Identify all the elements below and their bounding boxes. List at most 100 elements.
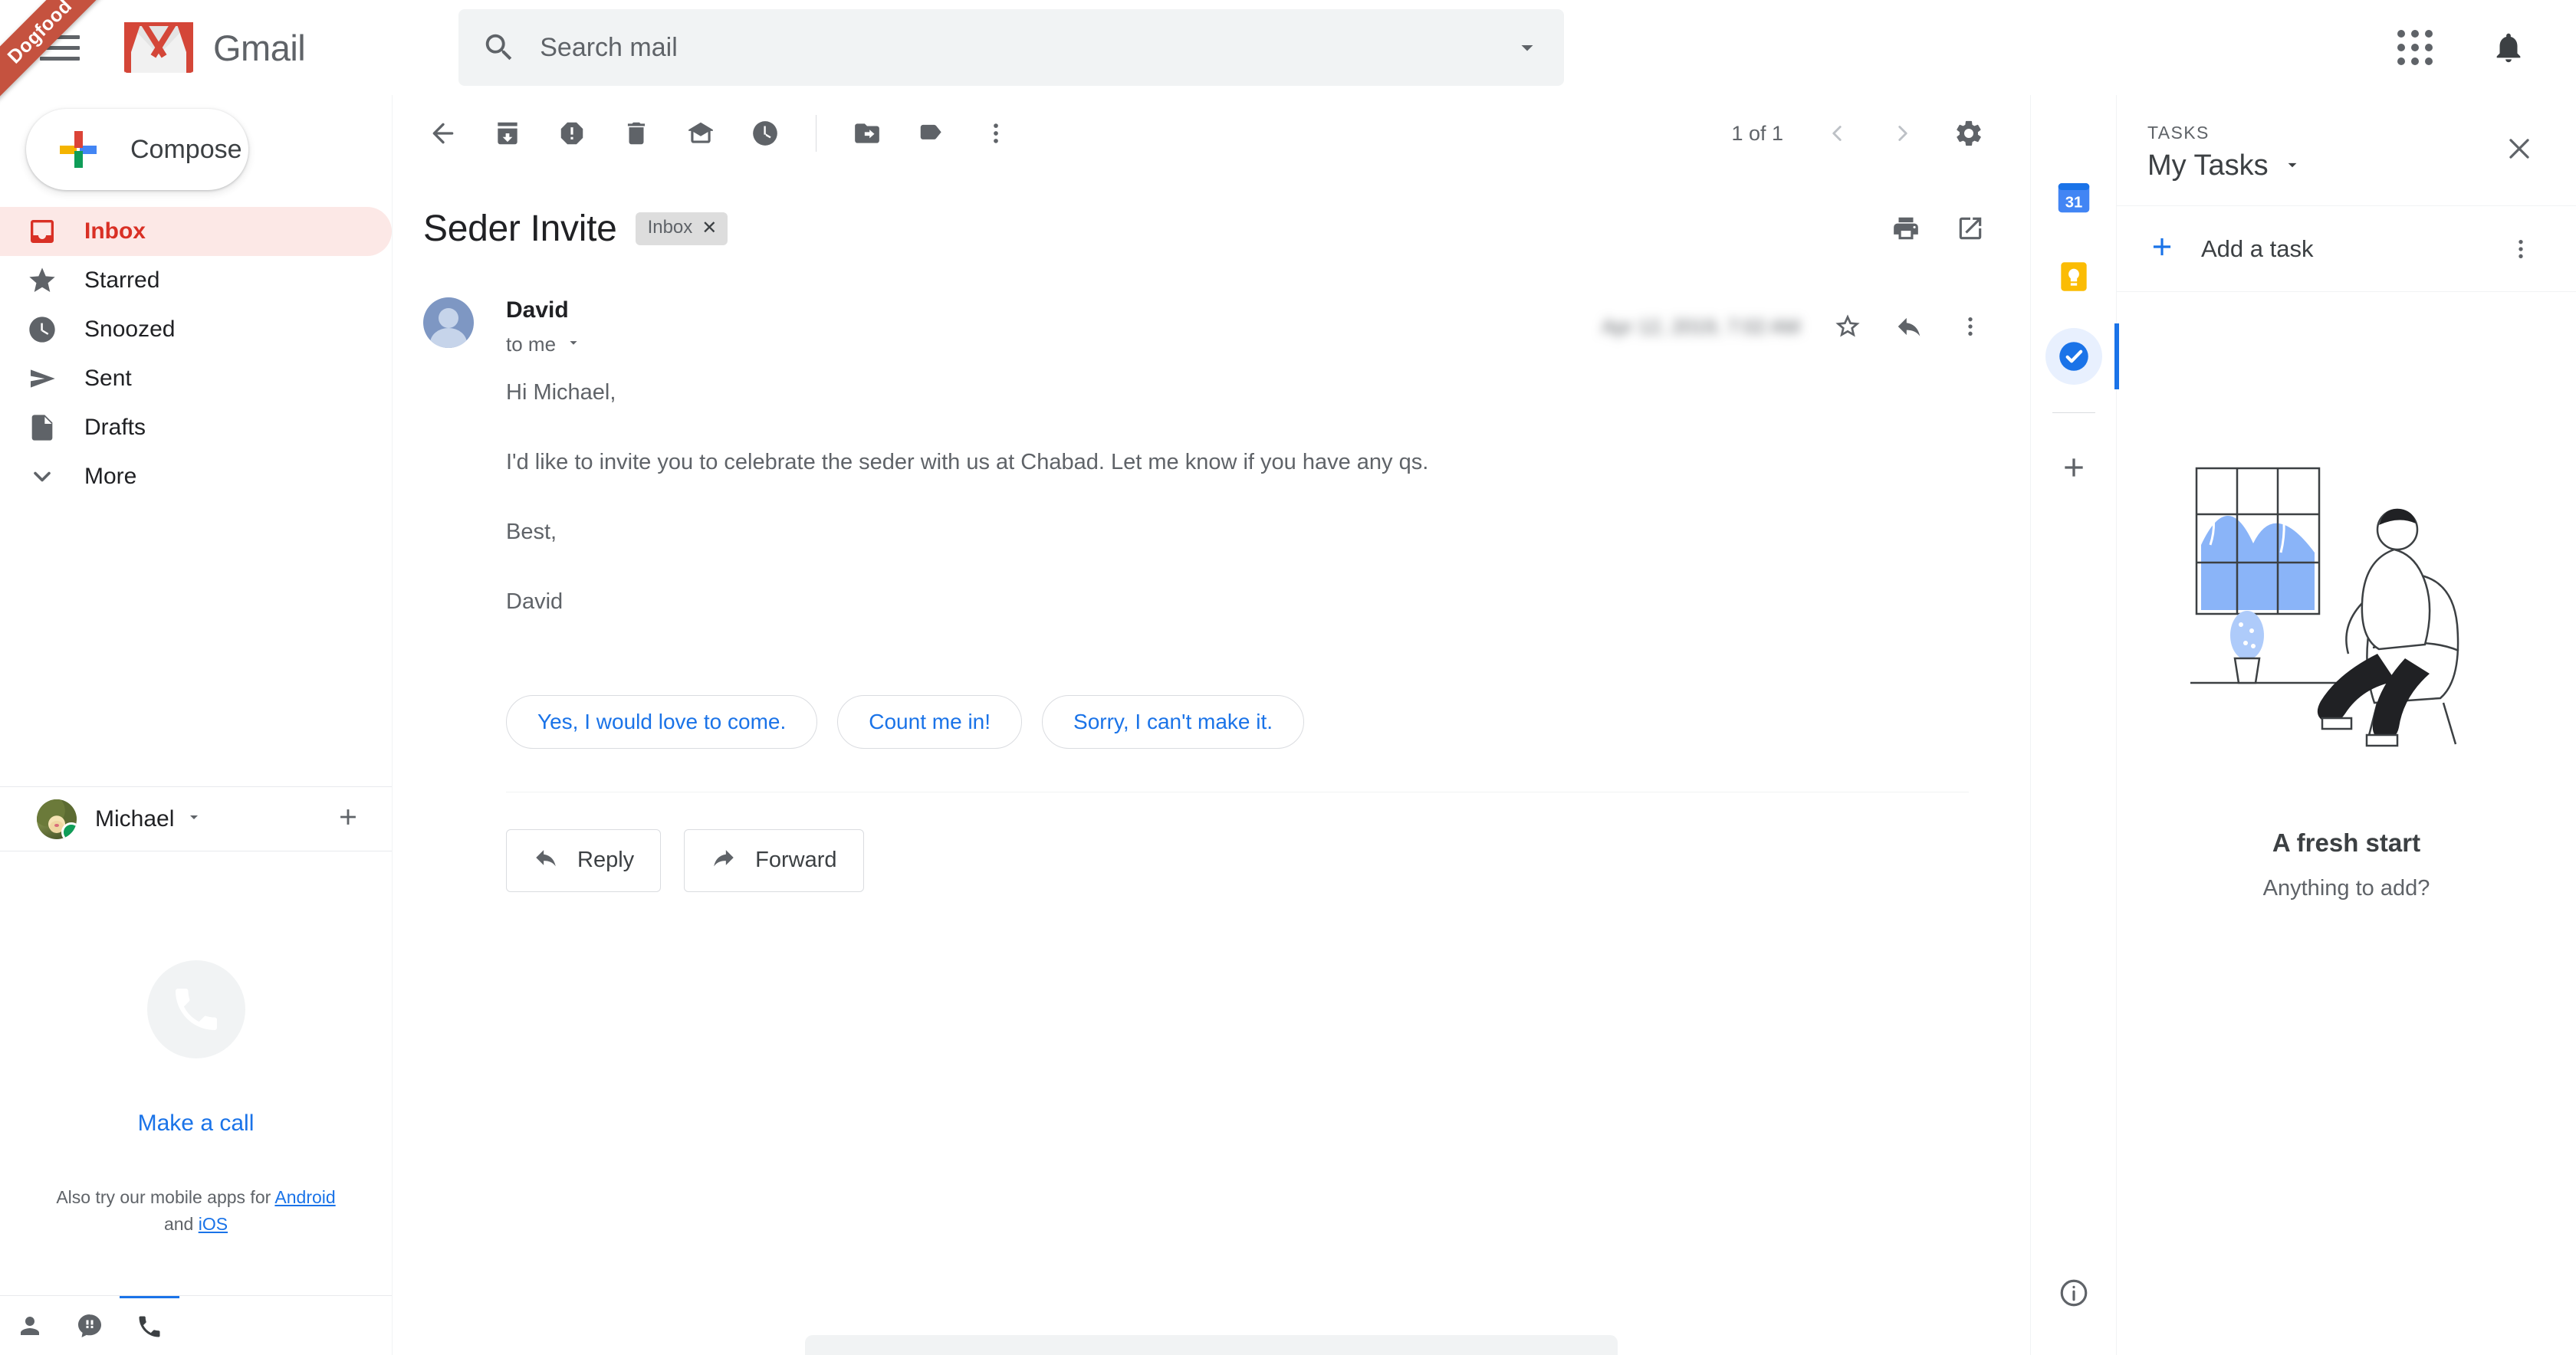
draft-file-icon — [0, 412, 84, 443]
report-spam-icon[interactable] — [540, 101, 604, 166]
subject-actions — [1877, 199, 1999, 258]
close-x-icon[interactable] — [2493, 123, 2545, 175]
reading-pane: 1 of 1 Seder Invite Inbox ✕ — [393, 95, 2030, 1355]
sidebar-item-sent[interactable]: Sent — [0, 354, 392, 403]
page-title: Seder Invite — [423, 208, 617, 250]
left-sidebar: Compose Inbox Starred — [0, 95, 393, 1355]
subject-row: Seder Invite Inbox ✕ — [393, 172, 2030, 258]
chevron-down-icon — [0, 463, 84, 490]
tasks-list-selector[interactable]: My Tasks — [2147, 149, 2302, 182]
add-task-row: Add a task — [2117, 206, 2576, 292]
printer-icon[interactable] — [1877, 199, 1935, 258]
google-keep-icon[interactable] — [2045, 248, 2102, 305]
caret-down-icon[interactable] — [185, 808, 203, 830]
sidebar-item-more[interactable]: More — [0, 452, 392, 501]
message-timestamp: Apr 12, 2019, 7:02 AM — [1602, 315, 1800, 339]
gmail-logo[interactable]: Gmail — [124, 22, 305, 73]
message-content: David to me Apr 12, 2019, 7:02 AM — [474, 297, 1999, 892]
reply-button[interactable]: Reply — [506, 829, 661, 892]
label-chip-text: Inbox — [648, 217, 693, 238]
snooze-clock-icon[interactable] — [733, 101, 797, 166]
divider — [2052, 412, 2095, 413]
back-arrow-icon[interactable] — [411, 101, 475, 166]
sidebar-item-starred[interactable]: Starred — [0, 256, 392, 305]
sidebar-item-inbox[interactable]: Inbox — [0, 207, 392, 256]
svg-text:31: 31 — [2065, 195, 2082, 212]
compose-button[interactable]: Compose — [26, 109, 248, 190]
sidebar-item-label: Starred — [84, 267, 159, 294]
label-chip-inbox[interactable]: Inbox ✕ — [636, 212, 728, 245]
contacts-person-icon[interactable] — [0, 1296, 60, 1355]
recipient-row[interactable]: to me — [506, 333, 582, 356]
caret-down-icon[interactable] — [565, 333, 582, 356]
bell-icon[interactable] — [2472, 11, 2545, 84]
ios-link[interactable]: iOS — [199, 1214, 228, 1234]
message: David to me Apr 12, 2019, 7:02 AM — [393, 258, 2030, 892]
hangouts-tab-bar — [0, 1295, 392, 1355]
clock-icon — [0, 314, 84, 345]
google-apps-grid-icon[interactable] — [2378, 11, 2452, 84]
smart-reply-chip[interactable]: Yes, I would love to come. — [506, 695, 817, 749]
hangouts-account-row[interactable]: Michael — [0, 786, 392, 851]
more-vertical-icon[interactable] — [1941, 297, 1999, 356]
sidebar-item-label: Snoozed — [84, 317, 175, 343]
account-name: Michael — [95, 806, 174, 832]
inbox-icon — [0, 216, 84, 247]
recipient-label: to me — [506, 333, 556, 356]
message-actions: Apr 12, 2019, 7:02 AM — [1602, 297, 1999, 356]
smart-reply-chip[interactable]: Sorry, I can't make it. — [1042, 695, 1304, 749]
more-vertical-icon[interactable] — [964, 101, 1028, 166]
android-link[interactable]: Android — [274, 1187, 335, 1207]
hangouts-panel: Make a call Also try our mobile apps for… — [0, 851, 392, 1295]
make-a-call-link[interactable]: Make a call — [138, 1111, 255, 1137]
add-task-button[interactable]: Add a task — [2147, 232, 2313, 265]
star-icon — [0, 265, 84, 296]
gear-icon[interactable] — [1938, 103, 1999, 164]
google-plus-icon — [60, 131, 97, 168]
sender-name: David — [506, 297, 582, 323]
top-bar-actions — [2378, 11, 2576, 84]
mobile-apps-note: Also try our mobile apps for Android and… — [56, 1184, 335, 1237]
star-outline-icon[interactable] — [1819, 297, 1877, 356]
smart-reply-chip[interactable]: Count me in! — [837, 695, 1022, 749]
new-conversation-plus-icon[interactable] — [335, 804, 361, 834]
tasks-panel-header: TASKS My Tasks — [2117, 95, 2576, 206]
sidebar-item-label: Sent — [84, 366, 132, 392]
compose-minimized-stub[interactable] — [805, 1335, 1618, 1355]
tasks-empty-state: A fresh start Anything to add? — [2117, 292, 2576, 1355]
search-input[interactable] — [540, 33, 1490, 63]
more-vertical-icon[interactable] — [2496, 225, 2545, 274]
smart-reply-row: Yes, I would love to come. Count me in! … — [506, 695, 1999, 749]
email-body: Hi Michael, I'd like to invite you to ce… — [506, 376, 1999, 618]
compose-button-label: Compose — [130, 135, 242, 165]
addon-side-rail: 31 — [2030, 95, 2116, 1355]
search-bar[interactable] — [458, 9, 1564, 86]
phone-handset-icon[interactable] — [120, 1296, 179, 1355]
forward-button[interactable]: Forward — [684, 829, 863, 892]
tasks-kicker: TASKS — [2147, 123, 2302, 143]
body-signoff: Best, — [506, 516, 1999, 549]
close-x-icon[interactable]: ✕ — [702, 217, 717, 239]
archive-icon[interactable] — [475, 101, 540, 166]
mark-as-unread-icon[interactable] — [669, 101, 733, 166]
move-to-folder-icon[interactable] — [835, 101, 899, 166]
info-circle-icon[interactable] — [2045, 1265, 2102, 1321]
sidebar-item-drafts[interactable]: Drafts — [0, 403, 392, 452]
hamburger-menu-icon[interactable] — [40, 35, 80, 61]
trash-icon[interactable] — [604, 101, 669, 166]
hangouts-chat-icon[interactable] — [60, 1296, 120, 1355]
chevron-right-icon[interactable] — [1872, 103, 1934, 164]
phone-icon — [147, 960, 245, 1058]
add-addon-plus-icon[interactable] — [2045, 439, 2102, 496]
sidebar-item-label: More — [84, 464, 136, 490]
open-in-new-window-icon[interactable] — [1941, 199, 1999, 258]
label-tag-icon[interactable] — [899, 101, 964, 166]
add-task-label: Add a task — [2201, 235, 2313, 263]
folder-list: Inbox Starred Snoozed — [0, 207, 392, 501]
chevron-left-icon[interactable] — [1806, 103, 1868, 164]
google-calendar-icon[interactable]: 31 — [2045, 169, 2102, 225]
reply-arrow-icon[interactable] — [1880, 297, 1938, 356]
google-tasks-icon[interactable] — [2045, 328, 2102, 385]
search-options-chevron-down-icon[interactable] — [1490, 34, 1564, 61]
sidebar-item-snoozed[interactable]: Snoozed — [0, 305, 392, 354]
